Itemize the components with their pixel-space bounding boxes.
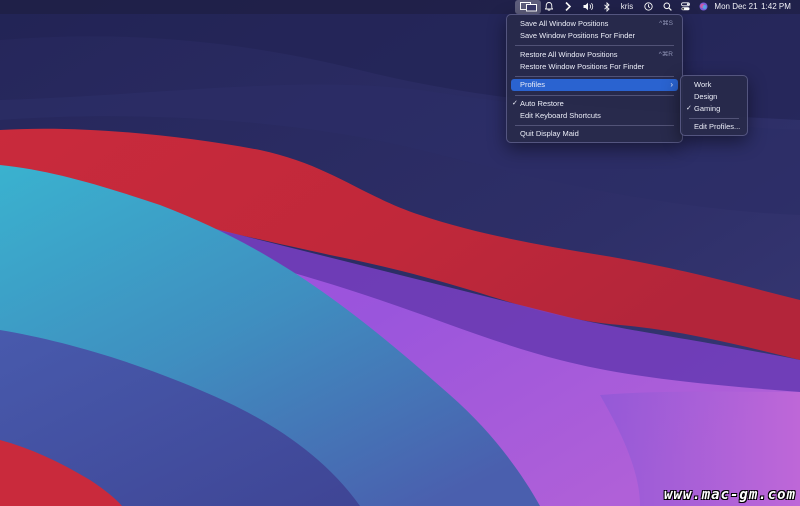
checkmark-icon: ✓ xyxy=(686,105,692,112)
menu-item-profile-design[interactable]: Design xyxy=(685,91,743,103)
menu-separator xyxy=(515,45,674,46)
menu-item-save-window-positions-finder[interactable]: Save Window Positions For Finder xyxy=(511,30,678,42)
menu-separator xyxy=(515,125,674,126)
bluetooth-icon[interactable] xyxy=(602,0,612,14)
menu-item-edit-profiles[interactable]: Edit Profiles... xyxy=(685,121,743,133)
menu-item-label: Quit Display Maid xyxy=(520,129,579,138)
menu-item-profile-gaming[interactable]: ✓ Gaming xyxy=(685,103,743,115)
menu-item-quit-display-maid[interactable]: Quit Display Maid xyxy=(511,128,678,140)
menu-separator xyxy=(515,95,674,96)
checkmark-icon: ✓ xyxy=(512,100,518,107)
time-machine-icon[interactable] xyxy=(642,0,654,14)
menu-item-label: Edit Profiles... xyxy=(694,122,741,131)
menubar-time[interactable]: 1:42 PM xyxy=(760,0,792,14)
menu-separator xyxy=(515,76,674,77)
menu-item-save-all-window-positions[interactable]: Save All Window Positions ^⌘S xyxy=(511,18,678,30)
menu-item-restore-window-positions-finder[interactable]: Restore Window Positions For Finder xyxy=(511,61,678,73)
menu-separator xyxy=(689,118,739,119)
desktop: kris Mon Dec 21 1:42 PM Save All Window … xyxy=(0,0,800,506)
display-maid-menu: Save All Window Positions ^⌘S Save Windo… xyxy=(506,14,683,143)
menu-item-label: Save Window Positions For Finder xyxy=(520,31,636,40)
shortcut-label: ^⌘R xyxy=(658,51,673,58)
display-maid-icon[interactable] xyxy=(515,0,541,14)
control-center-icon[interactable] xyxy=(679,0,691,14)
menu-item-restore-all-window-positions[interactable]: Restore All Window Positions ^⌘R xyxy=(511,49,678,61)
chevron-right-icon[interactable] xyxy=(562,0,574,14)
menu-item-label: Edit Keyboard Shortcuts xyxy=(520,111,601,120)
menu-item-auto-restore[interactable]: ✓ Auto Restore xyxy=(511,98,678,110)
menu-item-edit-keyboard-shortcuts[interactable]: Edit Keyboard Shortcuts xyxy=(511,110,678,122)
submenu-arrow-icon: › xyxy=(670,80,673,89)
menu-item-label: Restore All Window Positions xyxy=(520,50,618,59)
menu-item-label: Auto Restore xyxy=(520,99,564,108)
menubar-date[interactable]: Mon Dec 21 xyxy=(713,0,759,14)
menu-item-label: Save All Window Positions xyxy=(520,19,609,28)
volume-icon[interactable] xyxy=(581,0,595,14)
user-name[interactable]: kris xyxy=(618,0,636,14)
bell-icon[interactable] xyxy=(543,0,555,14)
menu-item-label: Restore Window Positions For Finder xyxy=(520,62,645,71)
shortcut-label: ^⌘S xyxy=(659,20,673,27)
menu-item-profiles[interactable]: Profiles › xyxy=(511,79,678,91)
profiles-submenu: Work Design ✓ Gaming Edit Profiles... xyxy=(680,75,748,136)
menu-bar: kris Mon Dec 21 1:42 PM xyxy=(0,0,800,14)
menu-item-profile-work[interactable]: Work xyxy=(685,79,743,91)
menu-item-label: Profiles xyxy=(520,80,546,89)
menu-item-label: Gaming xyxy=(694,104,721,113)
menu-item-label: Design xyxy=(694,92,718,101)
search-icon[interactable] xyxy=(661,0,673,14)
siri-icon[interactable] xyxy=(697,0,709,14)
watermark: www.mac-gm.com xyxy=(663,487,796,503)
menu-item-label: Work xyxy=(694,80,712,89)
